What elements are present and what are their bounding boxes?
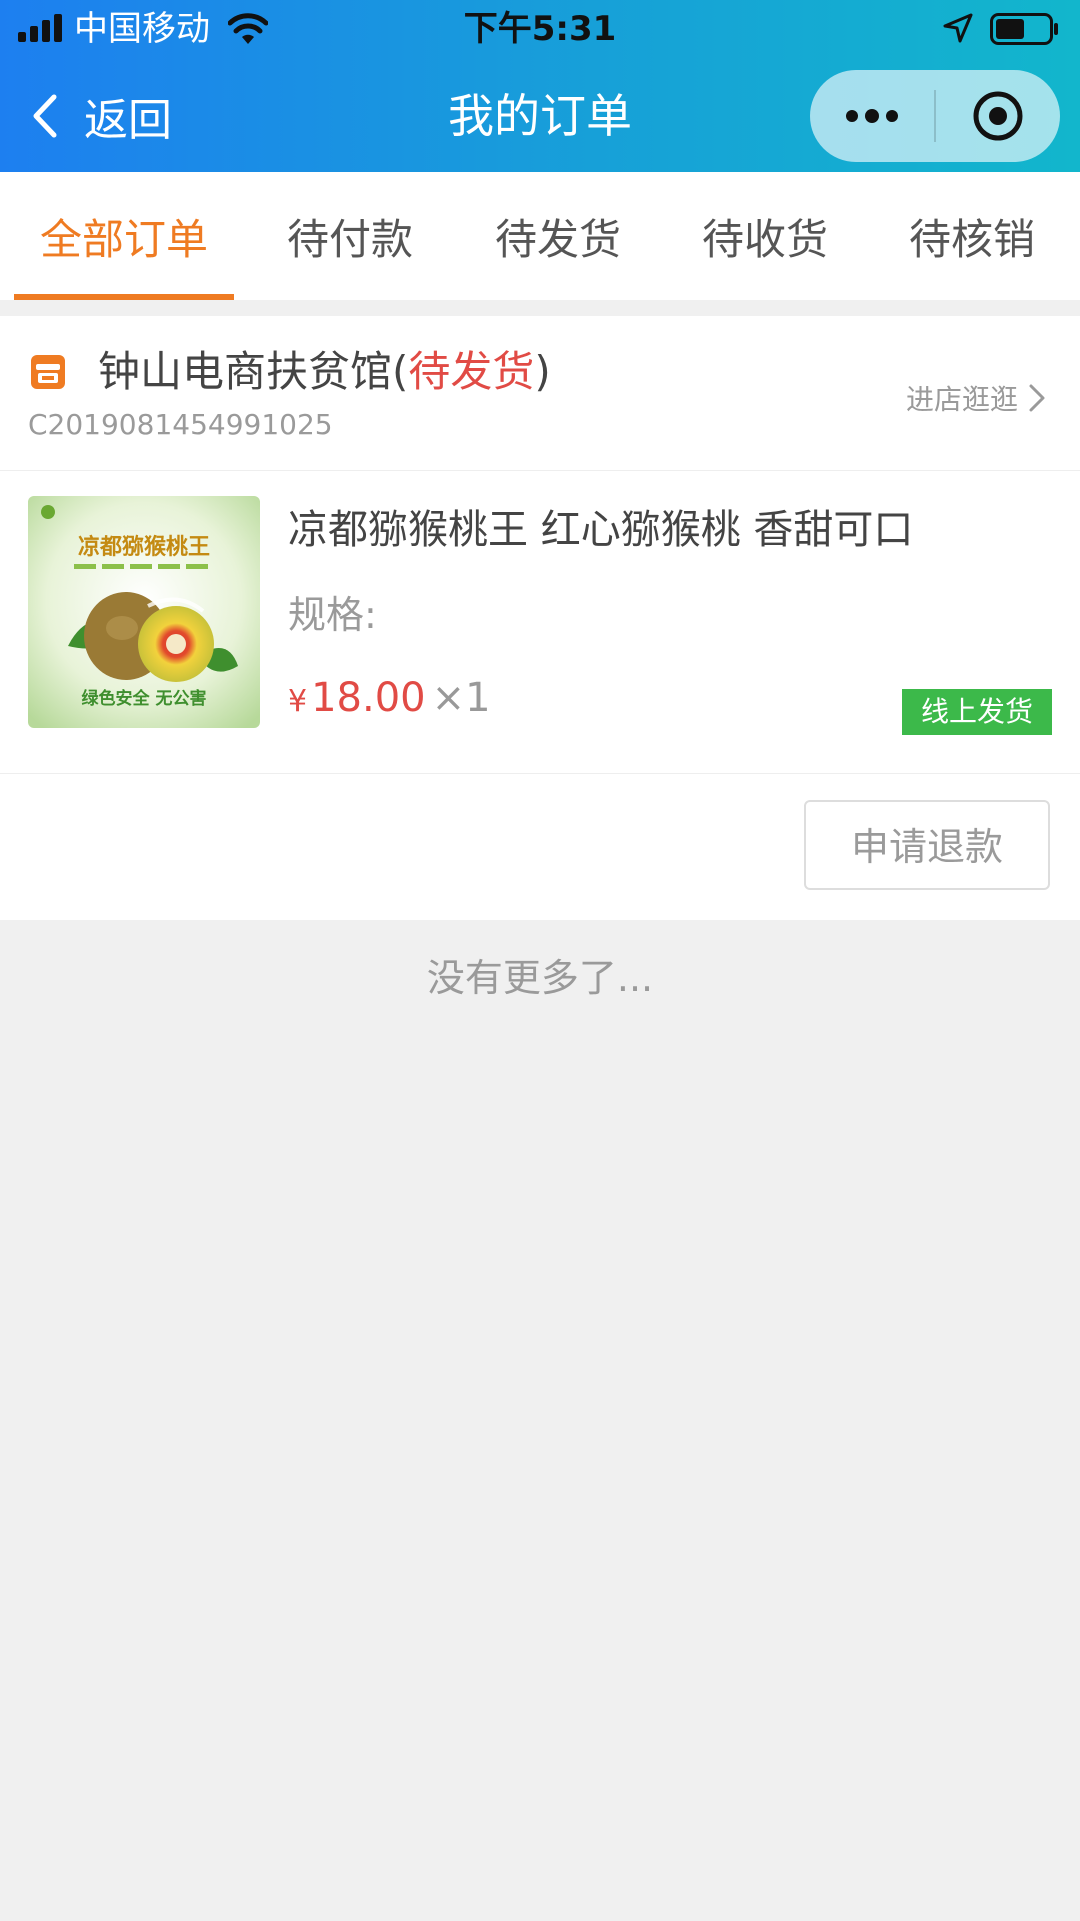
order-status: 待发货 xyxy=(408,347,535,396)
close-miniprogram-button[interactable] xyxy=(936,70,1060,162)
no-more-text: 没有更多了... xyxy=(426,956,654,1000)
status-open-paren: ( xyxy=(392,347,409,396)
tab-all-orders[interactable]: 全部订单 xyxy=(14,172,234,300)
shipping-badge: 线上发货 xyxy=(902,689,1052,735)
request-refund-button[interactable]: 申请退款 xyxy=(804,800,1050,890)
order-number: C2019081454991025 xyxy=(28,408,333,441)
product-spec: 规格: xyxy=(288,593,377,637)
product-row[interactable]: 凉都猕猴桃王 绿色安全 无公害 凉都猕猴桃王 红心猕猴桃 香甜可口 规格: ¥ … xyxy=(0,471,1080,774)
chevron-right-icon xyxy=(1029,384,1045,412)
more-dots-icon xyxy=(846,109,898,123)
battery-icon xyxy=(990,13,1058,45)
more-button[interactable] xyxy=(810,70,934,162)
navigation-bar: 返回 我的订单 xyxy=(0,60,1080,172)
price-line: ¥ 18.00 ×1 xyxy=(288,675,491,735)
product-image[interactable]: 凉都猕猴桃王 绿色安全 无公害 xyxy=(28,496,260,728)
store-icon xyxy=(31,355,65,389)
product-title: 凉都猕猴桃王 红心猕猴桃 香甜可口 xyxy=(288,507,914,553)
store-header: 钟山电商扶贫馆(待发货) C2019081454991025 进店逛逛 xyxy=(0,316,1080,471)
kiwi-product-image: 凉都猕猴桃王 绿色安全 无公害 xyxy=(28,496,260,728)
location-arrow-icon xyxy=(943,13,973,43)
order-card: 钟山电商扶贫馆(待发货) C2019081454991025 进店逛逛 凉都猕猴… xyxy=(0,316,1080,920)
status-time: 下午5:31 xyxy=(463,9,617,49)
currency-symbol: ¥ xyxy=(288,684,308,719)
visit-store-label: 进店逛逛 xyxy=(905,383,1018,416)
store-name: 钟山电商扶贫馆 xyxy=(98,347,393,396)
product-price: 18.00 xyxy=(311,675,426,721)
tab-pending-verification[interactable]: 待核销 xyxy=(872,172,1072,300)
target-circle-icon xyxy=(973,91,1023,141)
visit-store-link[interactable]: 进店逛逛 xyxy=(906,376,1046,420)
active-tab-indicator xyxy=(14,294,234,300)
status-bar: 中国移动 下午5:31 xyxy=(0,0,1080,60)
tab-pending-payment[interactable]: 待付款 xyxy=(250,172,450,300)
status-close-paren: ) xyxy=(534,347,551,396)
top-header: 中国移动 下午5:31 返回 我的订单 xyxy=(0,0,1080,172)
svg-text:凉都猕猴桃王: 凉都猕猴桃王 xyxy=(78,534,210,560)
store-name-line: 钟山电商扶贫馆(待发货) xyxy=(98,344,551,400)
svg-text:绿色安全 无公害: 绿色安全 无公害 xyxy=(82,688,207,709)
tab-pending-receipt[interactable]: 待收货 xyxy=(665,172,865,300)
tab-pending-shipment[interactable]: 待发货 xyxy=(458,172,658,300)
order-tabs: 全部订单 待付款 待发货 待收货 待核销 xyxy=(0,172,1080,300)
product-quantity: ×1 xyxy=(431,675,491,721)
miniprogram-capsule xyxy=(810,70,1060,162)
